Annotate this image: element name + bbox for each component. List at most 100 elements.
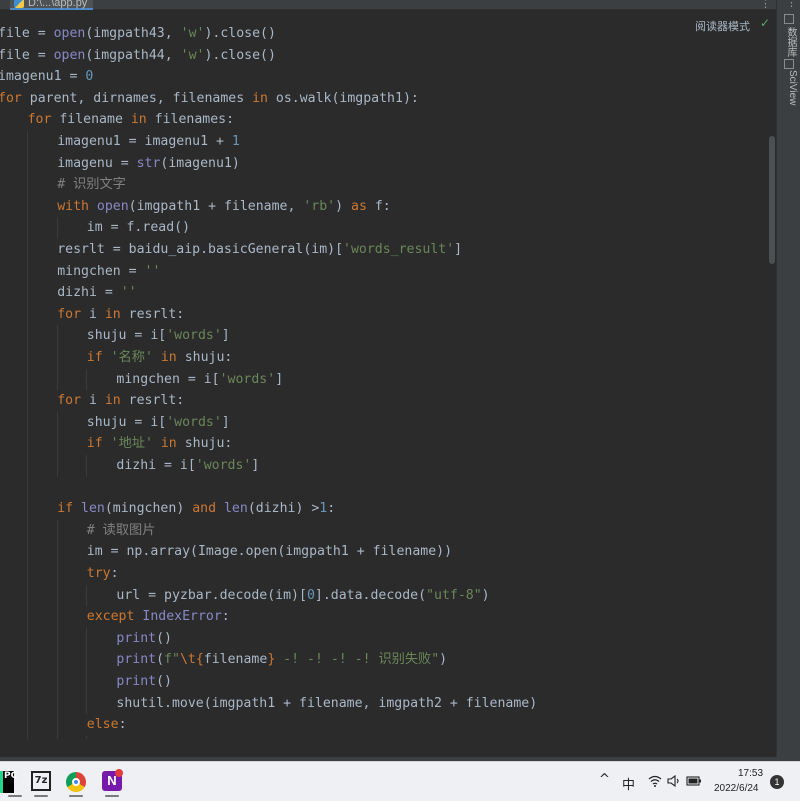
indent-guide: [27, 131, 28, 739]
code-line[interactable]: print(): [116, 628, 172, 649]
code-token: try: [86, 566, 111, 581]
editor-tab-bar: D:\...\app.py ⋮: [0, 0, 776, 10]
code-line[interactable]: shuju = i['words']: [87, 325, 230, 346]
code-line[interactable]: resrlt = baidu_aip.basicGeneral(im)['wor…: [57, 239, 462, 260]
code-line[interactable]: dizhi = '': [57, 282, 136, 303]
clock-date[interactable]: 2022/6/24: [714, 783, 759, 794]
code-token: 0: [85, 69, 94, 85]
code-token: shuju = i[: [86, 328, 167, 344]
code-line[interactable]: if '地址' in shuju:: [87, 433, 233, 454]
code-token: (): [156, 674, 172, 689]
code-line[interactable]: imagenu = str(imagenu1): [57, 153, 240, 174]
code-token: mingchen = i[: [116, 371, 220, 387]
show-hidden-icons-chevron[interactable]: ^: [599, 772, 610, 787]
code-line[interactable]: for i in resrlt:: [57, 390, 184, 411]
code-line[interactable]: im = np.array(Image.open(imgpath1 + file…: [87, 541, 452, 562]
code-token: except: [86, 609, 135, 625]
code-token: 'words': [166, 414, 222, 430]
more-options-icon[interactable]: ⋮: [760, 0, 771, 10]
chrome-center-icon: [72, 778, 80, 786]
code-token: ].data.decode(: [314, 587, 427, 603]
tool-tab-sciview[interactable]: SciView: [780, 70, 798, 105]
code-line[interactable]: print(f"\t{filename} -! -! -! -! 识别失败"): [116, 649, 447, 670]
code-line[interactable]: shuju = i['words']: [87, 412, 230, 433]
code-line[interactable]: # 识别文字: [57, 174, 126, 195]
wifi-icon[interactable]: [648, 775, 662, 787]
code-token: im = np.array(Image.open(imgpath1 + file…: [86, 544, 453, 560]
reader-mode-button[interactable]: 阅读器模式: [695, 18, 750, 34]
code-token: filename: [51, 112, 131, 128]
tool-tab-database[interactable]: 数据库: [780, 27, 798, 57]
code-token: 0: [306, 587, 315, 603]
code-line[interactable]: dizhi = i['words']: [116, 455, 259, 476]
code-token: in: [252, 90, 268, 106]
code-line[interactable]: with open(imgpath1 + filename, 'rb') as …: [57, 196, 391, 217]
code-line[interactable]: except IndexError:: [87, 606, 230, 627]
battery-icon[interactable]: [686, 775, 702, 787]
code-token: filenames:: [146, 112, 235, 128]
code-line[interactable]: if '名称' in shuju:: [87, 347, 233, 368]
code-line[interactable]: mingchen = i['words']: [116, 369, 283, 390]
code-token: "utf-8": [426, 587, 482, 603]
code-token: print: [116, 630, 157, 646]
code-line[interactable]: for filename in filenames:: [28, 109, 234, 130]
code-token: IndexError: [142, 609, 222, 625]
code-line[interactable]: else:: [87, 714, 127, 735]
code-line[interactable]: file = open(imgpath43, 'w').close(): [0, 23, 276, 44]
ime-indicator[interactable]: 中: [622, 774, 635, 793]
code-token: as: [351, 198, 367, 214]
code-line[interactable]: # 读取图片: [87, 520, 156, 541]
indent-guide: [57, 325, 58, 391]
code-line[interactable]: if len(mingchen) and len(dizhi) >1:: [57, 498, 335, 519]
code-token: 1: [231, 134, 240, 149]
code-editor[interactable]: 阅读器模式 ✓ file = open(imgpath43, 'w').clos…: [0, 10, 776, 739]
code-line[interactable]: print(): [116, 671, 172, 692]
code-line[interactable]: for parent, dirnames, filenames in os.wa…: [0, 88, 419, 109]
code-token: shuju:: [176, 350, 233, 365]
code-line[interactable]: for i in resrlt:: [57, 304, 184, 325]
code-token: else: [86, 717, 119, 733]
taskbar-onenote[interactable]: N: [97, 767, 127, 797]
onenote-badge-icon: [115, 769, 123, 777]
code-token: (imgpath43,: [85, 26, 181, 41]
vertical-scrollbar[interactable]: [769, 136, 775, 264]
code-line[interactable]: mingchen = '': [57, 261, 160, 282]
windows-taskbar: PC 7z N ^ 中 17:53 2022/6/24 1: [0, 761, 800, 801]
code-line[interactable]: shutil.move(imgpath1 + filename, imgpath…: [116, 693, 537, 714]
code-token: resrlt:: [120, 393, 185, 409]
taskbar-7zip[interactable]: 7z: [26, 767, 56, 797]
indent-guide: [57, 519, 58, 739]
code-line[interactable]: im = f.read(): [87, 217, 190, 238]
clock-time[interactable]: 17:53: [738, 768, 763, 779]
code-token: (imagenu1): [160, 155, 240, 171]
volume-icon[interactable]: [667, 775, 681, 787]
code-token: '名称': [110, 350, 153, 365]
code-token: 'words_result': [343, 242, 455, 257]
code-token: for: [0, 90, 22, 106]
inspection-ok-icon[interactable]: ✓: [760, 16, 770, 30]
code-token: imagenu =: [57, 155, 137, 171]
code-line[interactable]: try:: [87, 563, 119, 584]
code-line[interactable]: file = open(imgpath44, 'w').close(): [0, 45, 276, 66]
taskbar-chrome[interactable]: [61, 767, 91, 797]
running-indicator: [105, 795, 119, 797]
code-token: 'words': [166, 328, 222, 344]
right-tool-strip: ⋮ 数据库 SciView: [776, 0, 800, 761]
tab-app-py[interactable]: D:\...\app.py: [10, 0, 94, 10]
code-token: shuju = i[: [86, 414, 167, 430]
code-line[interactable]: imagenu1 = imagenu1 + 1: [57, 131, 240, 152]
code-token: filename: [203, 652, 268, 668]
code-token: :: [118, 717, 127, 733]
code-token: (): [156, 630, 172, 646]
code-token: (dizhi) >: [247, 501, 320, 517]
code-line[interactable]: imagenu1 = 0: [0, 66, 93, 87]
code-line[interactable]: url = pyzbar.decode(im)[0].data.decode("…: [116, 585, 489, 606]
code-token: f": [164, 652, 180, 668]
code-token: :: [327, 501, 336, 517]
code-token: ): [439, 652, 448, 668]
tool-strip-menu-icon[interactable]: ⋮: [786, 0, 797, 9]
notification-center-badge[interactable]: 1: [770, 775, 784, 789]
code-token: '地址': [110, 436, 153, 452]
